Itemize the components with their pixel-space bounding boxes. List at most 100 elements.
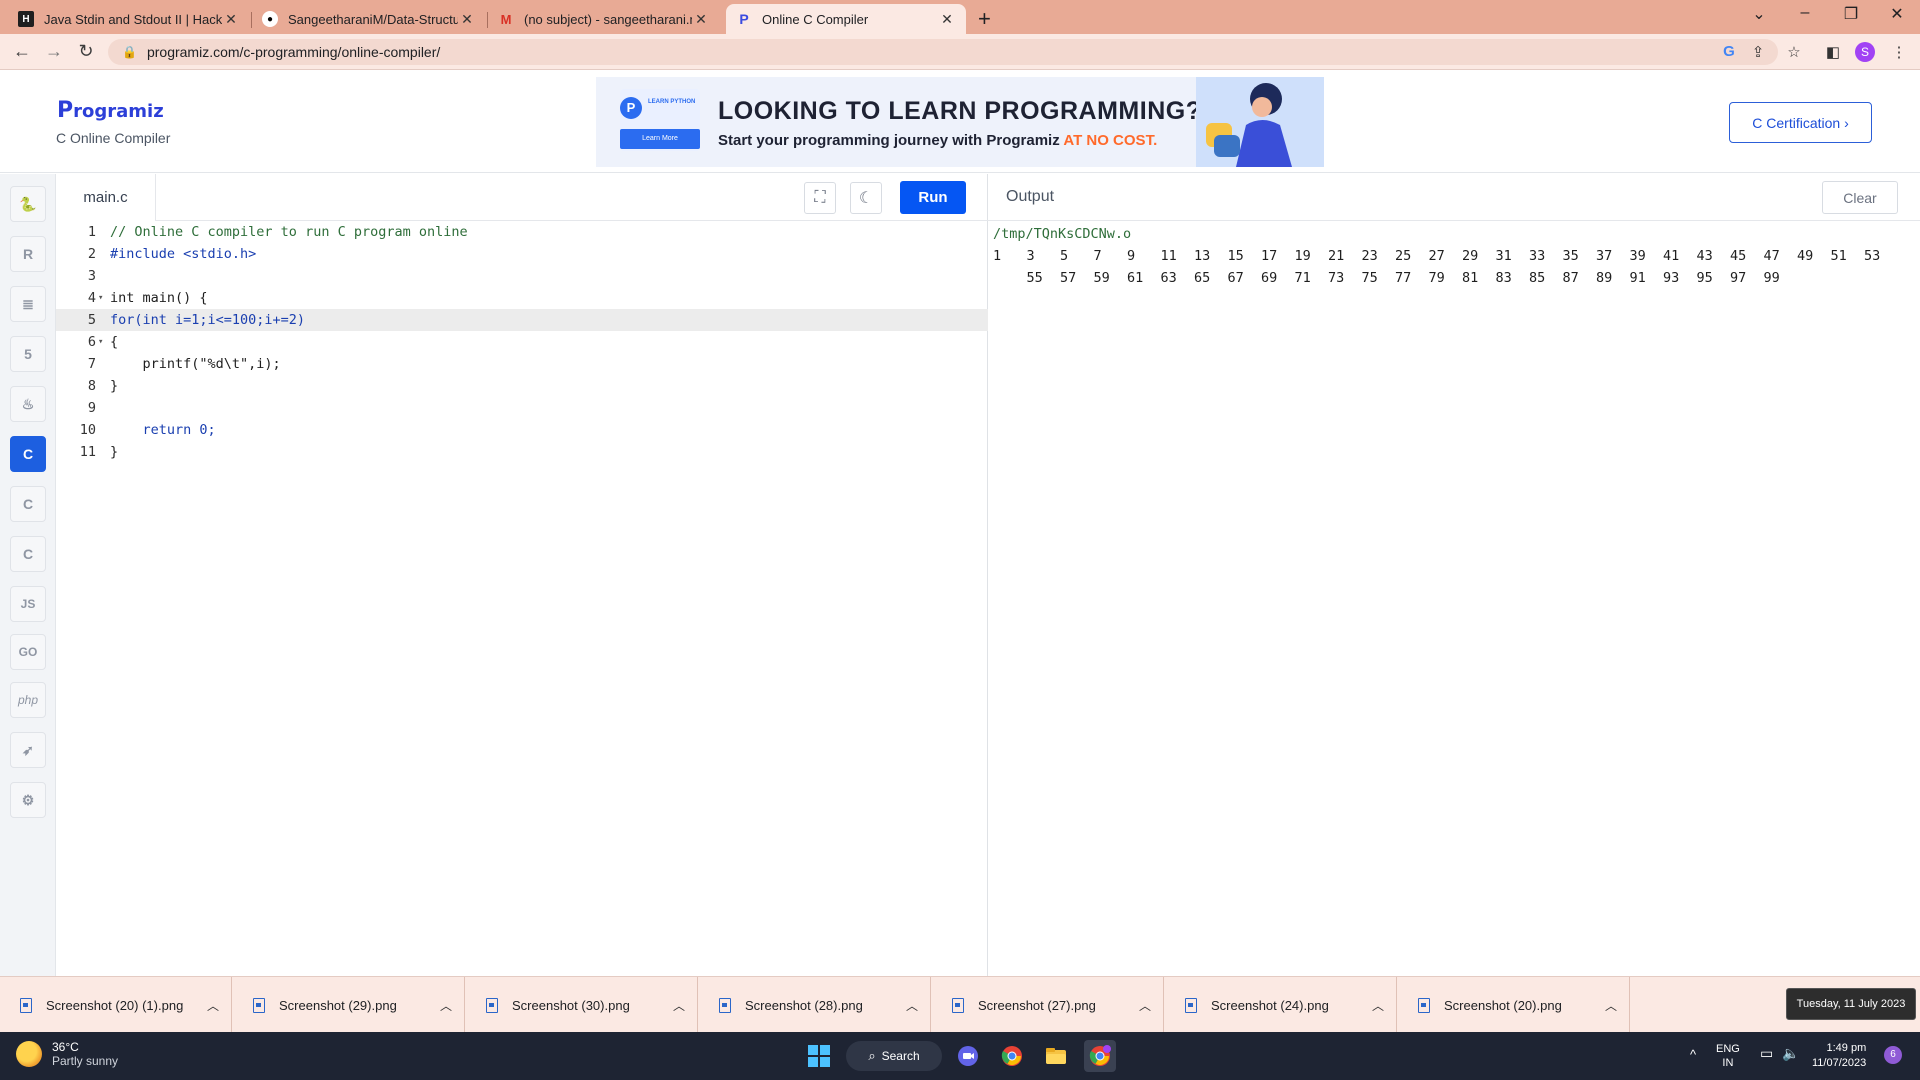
chrome-icon[interactable] <box>996 1040 1028 1072</box>
programiz-logo[interactable]: Programiz <box>57 98 164 123</box>
close-window-icon[interactable]: ✕ <box>1874 4 1920 24</box>
tray-overflow-icon[interactable]: ^ <box>1690 1048 1696 1062</box>
close-tab-icon[interactable]: ✕ <box>692 11 710 28</box>
fold-arrow-icon[interactable]: ▾ <box>98 287 108 309</box>
download-item[interactable]: Screenshot (20) (1).png ︿ <box>0 977 232 1033</box>
c-icon[interactable]: C <box>10 436 46 472</box>
js-icon[interactable]: JS <box>10 586 46 622</box>
close-tab-icon[interactable]: ✕ <box>222 11 240 28</box>
chevron-up-icon[interactable]: ︿ <box>1593 997 1629 1014</box>
clear-button[interactable]: Clear <box>1822 181 1898 214</box>
line-number: 9 <box>87 400 96 416</box>
forward-icon[interactable]: → <box>42 41 66 62</box>
tab-search-icon[interactable]: ⌄ <box>1736 4 1782 24</box>
download-filename: Screenshot (30).png <box>512 997 630 1013</box>
profile-avatar[interactable]: S <box>1855 42 1875 62</box>
swift-icon[interactable]: ➶ <box>10 732 46 768</box>
browser-tab-hackerrank[interactable]: H Java Stdin and Stdout II | HackerR ✕ <box>8 4 250 34</box>
chevron-up-icon[interactable]: ︿ <box>428 997 464 1014</box>
teams-meet-icon[interactable] <box>952 1040 984 1072</box>
bookmark-star-icon[interactable]: ☆ <box>1784 43 1804 61</box>
browser-tab-github[interactable]: ● SangeetharaniM/Data-Structure- ✕ <box>252 4 486 34</box>
restore-icon[interactable]: ❐ <box>1828 4 1874 24</box>
code-line[interactable]: 2 #include <stdio.h> <box>56 243 988 265</box>
database-icon[interactable]: ≣ <box>10 286 46 322</box>
code-line[interactable]: 1 // Online C compiler to run C program o… <box>56 221 988 243</box>
notification-badge[interactable]: 6 <box>1884 1046 1902 1064</box>
download-item[interactable]: Screenshot (24).png ︿ <box>1165 977 1397 1033</box>
fold-arrow-icon[interactable]: ▾ <box>98 331 108 353</box>
php-icon[interactable]: php <box>10 682 46 718</box>
code-line[interactable]: 7 printf("%d\t",i); <box>56 353 988 375</box>
url-bar[interactable]: 🔒 programiz.com/c-programming/online-com… <box>108 39 1778 65</box>
chrome-profile-icon[interactable] <box>1084 1040 1116 1072</box>
download-filename: Screenshot (20) (1).png <box>46 997 184 1013</box>
close-tab-icon[interactable]: ✕ <box>938 11 956 28</box>
code-area[interactable]: 1 // Online C compiler to run C program o… <box>56 221 988 463</box>
code-text: #include <stdio.h> <box>110 246 257 262</box>
dark-mode-icon[interactable]: ☾ <box>850 182 882 214</box>
code-line[interactable]: 8} <box>56 375 988 397</box>
output-number: 61 <box>1127 270 1144 286</box>
fullscreen-icon[interactable]: ⛶ <box>804 182 836 214</box>
file-tab-main-c[interactable]: main.c <box>56 174 156 221</box>
chevron-up-icon[interactable]: ︿ <box>1127 997 1163 1014</box>
download-item[interactable]: Screenshot (29).png ︿ <box>233 977 465 1033</box>
output-number: 93 <box>1663 270 1680 286</box>
r-icon[interactable]: R <box>10 236 46 272</box>
output-number: 65 <box>1194 270 1211 286</box>
file-explorer-icon[interactable] <box>1040 1040 1072 1072</box>
side-panel-icon[interactable]: ◧ <box>1823 43 1843 61</box>
chevron-up-icon[interactable]: ︿ <box>894 997 930 1014</box>
close-tab-icon[interactable]: ✕ <box>458 11 476 28</box>
taskbar-search[interactable]: ⌕ Search <box>846 1041 942 1071</box>
share-icon[interactable]: ⇪ <box>1748 43 1768 61</box>
chevron-up-icon[interactable]: ︿ <box>1360 997 1396 1014</box>
code-line[interactable]: 4 ▾ int main() { <box>56 287 988 309</box>
rust-icon[interactable]: ⚙ <box>10 782 46 818</box>
language-indicator[interactable]: ENG IN <box>1716 1042 1740 1070</box>
network-icon[interactable]: ▭ <box>1760 1046 1773 1060</box>
new-tab-icon[interactable]: + <box>978 6 991 32</box>
output-row: 1 3 5 7 9 11 13 15 17 19 21 23 25 27 29 31 33 35 37 39 41 43 4… <box>993 245 1913 267</box>
chevron-up-icon[interactable]: ︿ <box>661 997 697 1014</box>
code-text: // Online C compiler to run C program on… <box>110 224 468 240</box>
output-number: 53 <box>1864 248 1881 264</box>
python-icon[interactable]: 🐍 <box>10 186 46 222</box>
minimize-icon[interactable]: – <box>1782 4 1828 22</box>
volume-icon[interactable]: 🔈 <box>1782 1046 1799 1060</box>
menu-kebab-icon[interactable]: ⋮ <box>1889 43 1909 61</box>
code-line[interactable]: 6 ▾{ <box>56 331 988 353</box>
code-line[interactable]: 11} <box>56 441 988 463</box>
weather-widget[interactable]: 36°C Partly sunny <box>16 1040 118 1068</box>
csharp-icon[interactable]: C <box>10 536 46 572</box>
reload-icon[interactable]: ↻ <box>74 41 98 62</box>
download-filename: Screenshot (28).png <box>745 997 863 1013</box>
code-line[interactable]: 3 <box>56 265 988 287</box>
run-button[interactable]: Run <box>900 181 966 214</box>
google-lens-icon[interactable]: G <box>1719 43 1739 60</box>
browser-tab-programiz[interactable]: P Online C Compiler ✕ <box>726 4 966 34</box>
cpp-icon[interactable]: C <box>10 486 46 522</box>
code-line[interactable]: 10 return 0; <box>56 419 988 441</box>
code-line[interactable]: 5 for(int i=1;i<=100;i+=2) <box>56 309 988 331</box>
download-item[interactable]: Screenshot (28).png ︿ <box>699 977 931 1033</box>
chevron-up-icon[interactable]: ︿ <box>195 997 231 1014</box>
download-filename: Screenshot (27).png <box>978 997 1096 1013</box>
html5-icon[interactable]: 5 <box>10 336 46 372</box>
output-number: 73 <box>1328 270 1345 286</box>
go-icon[interactable]: GO <box>10 634 46 670</box>
learn-more-button[interactable]: Learn More <box>620 129 700 149</box>
output-number: 51 <box>1830 248 1847 264</box>
ad-banner[interactable]: P LEARN PYTHON Learn More LOOKING TO LEA… <box>596 77 1324 167</box>
c-certification-button[interactable]: C Certification › <box>1729 102 1872 143</box>
download-item[interactable]: Screenshot (30).png ︿ <box>466 977 698 1033</box>
back-icon[interactable]: ← <box>10 41 34 62</box>
download-item[interactable]: Screenshot (27).png ︿ <box>932 977 1164 1033</box>
java-icon[interactable]: ♨ <box>10 386 46 422</box>
browser-tab-gmail[interactable]: M (no subject) - sangeetharani.m.20 ✕ <box>488 4 720 34</box>
windows-start-icon[interactable] <box>803 1040 835 1072</box>
code-line[interactable]: 9 <box>56 397 988 419</box>
download-item[interactable]: Screenshot (20).png ︿ <box>1398 977 1630 1033</box>
taskbar-clock[interactable]: 1:49 pm 11/07/2023 <box>1812 1041 1866 1071</box>
